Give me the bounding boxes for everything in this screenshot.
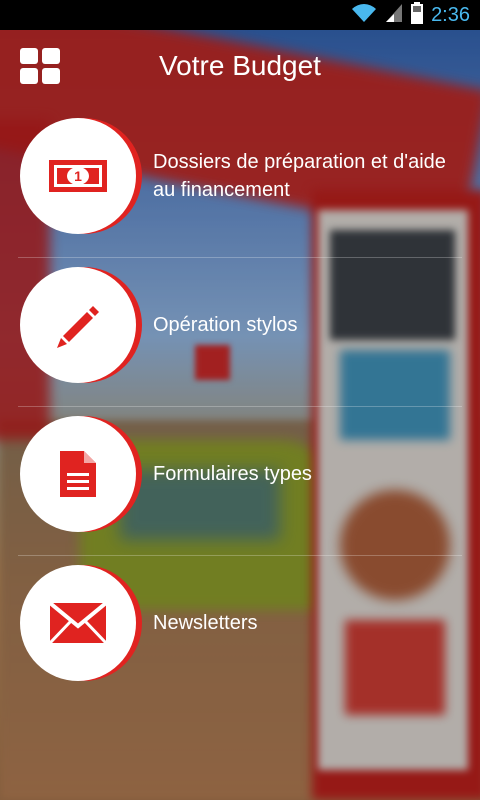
- banknote-icon: 1: [49, 160, 107, 192]
- divider: [18, 555, 462, 556]
- app-header: Votre Budget: [0, 30, 480, 100]
- list-item-label: Dossiers de préparation et d'aide au fin…: [153, 151, 446, 201]
- clock: 2:36: [431, 3, 470, 26]
- battery-icon: [411, 1, 424, 29]
- item-icon-circle: [20, 416, 136, 532]
- wifi-icon: [351, 3, 377, 28]
- item-icon-circle: [20, 267, 136, 383]
- list-item-label: Opération stylos: [153, 314, 298, 336]
- document-icon: [60, 451, 96, 497]
- list-item-stylos[interactable]: Opération stylos: [0, 261, 480, 410]
- list-item-label: Newsletters: [153, 612, 258, 634]
- menu-list: 1 Dossiers de préparation et d'aide au f…: [0, 112, 480, 708]
- list-item-newsletters[interactable]: Newsletters: [0, 559, 480, 708]
- divider: [18, 257, 462, 258]
- list-item-dossiers[interactable]: 1 Dossiers de préparation et d'aide au f…: [0, 112, 480, 261]
- divider: [18, 406, 462, 407]
- item-icon-circle: [20, 565, 136, 681]
- signal-icon: [385, 3, 403, 28]
- list-item-label: Formulaires types: [153, 463, 312, 485]
- page-title: Votre Budget: [159, 50, 321, 81]
- item-icon-circle: 1: [20, 118, 136, 234]
- status-bar: 2:36: [0, 0, 480, 30]
- envelope-icon: [49, 602, 107, 644]
- pencil-icon: [57, 306, 99, 348]
- list-item-formulaires[interactable]: Formulaires types: [0, 410, 480, 559]
- svg-text:1: 1: [74, 168, 82, 184]
